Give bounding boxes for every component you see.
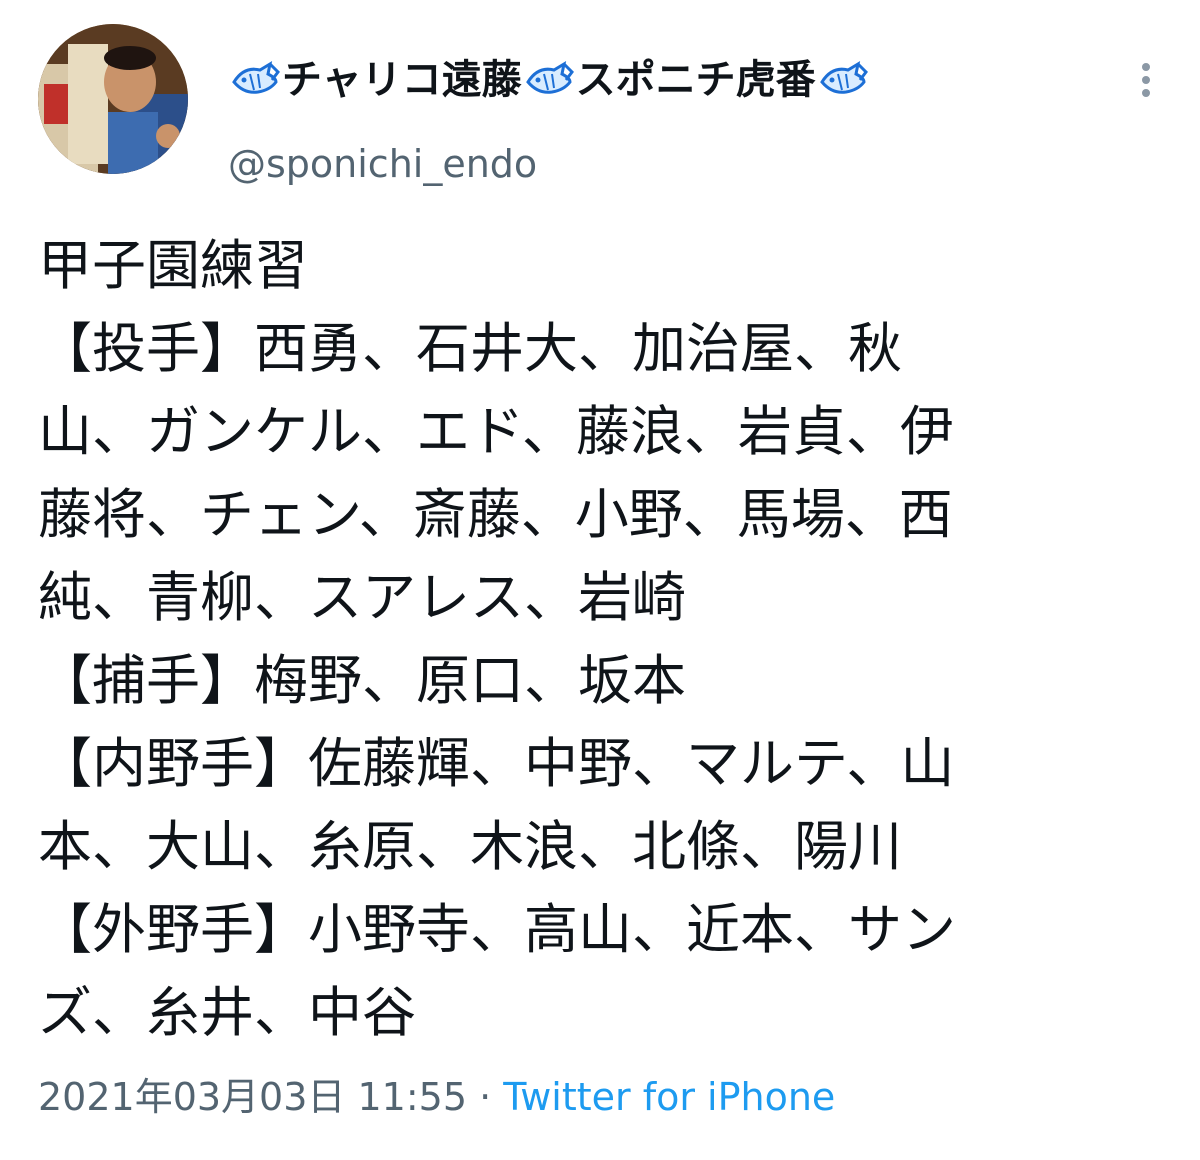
- tweet-line: 藤将、チェン、斎藤、小野、馬場、西: [38, 483, 953, 546]
- tweet-timestamp[interactable]: 2021年03月03日 11:55: [38, 1075, 467, 1119]
- more-options-button[interactable]: [1134, 58, 1158, 112]
- display-name[interactable]: チャリコ遠藤 スポニチ虎番: [228, 54, 870, 106]
- tuna-fish-icon: [818, 60, 868, 100]
- avatar[interactable]: [38, 24, 188, 174]
- tweet-meta: 2021年03月03日 11:55 · Twitter for iPhone: [38, 1072, 835, 1122]
- display-name-part-2: スポニチ虎番: [575, 57, 816, 103]
- tweet-line: 【投手】西勇、石井大、加治屋、秋: [38, 317, 902, 380]
- tweet-line: 【外野手】小野寺、高山、近本、サン: [38, 898, 956, 961]
- tuna-fish-icon: [230, 60, 280, 100]
- tweet-line: 【捕手】梅野、原口、坂本: [38, 649, 686, 712]
- meta-separator: ·: [467, 1075, 504, 1119]
- tweet-line: 山、ガンケル、エド、藤浪、岩貞、伊: [38, 400, 954, 463]
- tweet-line: 甲子園練習: [38, 234, 308, 297]
- user-handle[interactable]: @sponichi_endo: [228, 140, 537, 188]
- display-name-part-1: チャリコ遠藤: [282, 57, 522, 103]
- tweet-header: チャリコ遠藤 スポニチ虎番 @sponichi_endo: [38, 24, 1168, 186]
- more-dot-icon: [1142, 63, 1150, 71]
- tweet-text: 甲子園練習 【投手】西勇、石井大、加治屋、秋 山、ガンケル、エド、藤浪、岩貞、伊…: [38, 224, 1168, 1054]
- tuna-fish-icon: [524, 60, 574, 100]
- tweet-line: 本、大山、糸原、木浪、北條、陽川: [38, 815, 902, 878]
- tweet-line: 【内野手】佐藤輝、中野、マルテ、山: [38, 732, 955, 795]
- tweet-line: ズ、糸井、中谷: [38, 981, 416, 1044]
- more-dot-icon: [1142, 76, 1150, 84]
- tweet-line: 純、青柳、スアレス、岩崎: [38, 566, 686, 629]
- tweet-source-link[interactable]: Twitter for iPhone: [503, 1075, 835, 1119]
- more-dot-icon: [1142, 89, 1150, 97]
